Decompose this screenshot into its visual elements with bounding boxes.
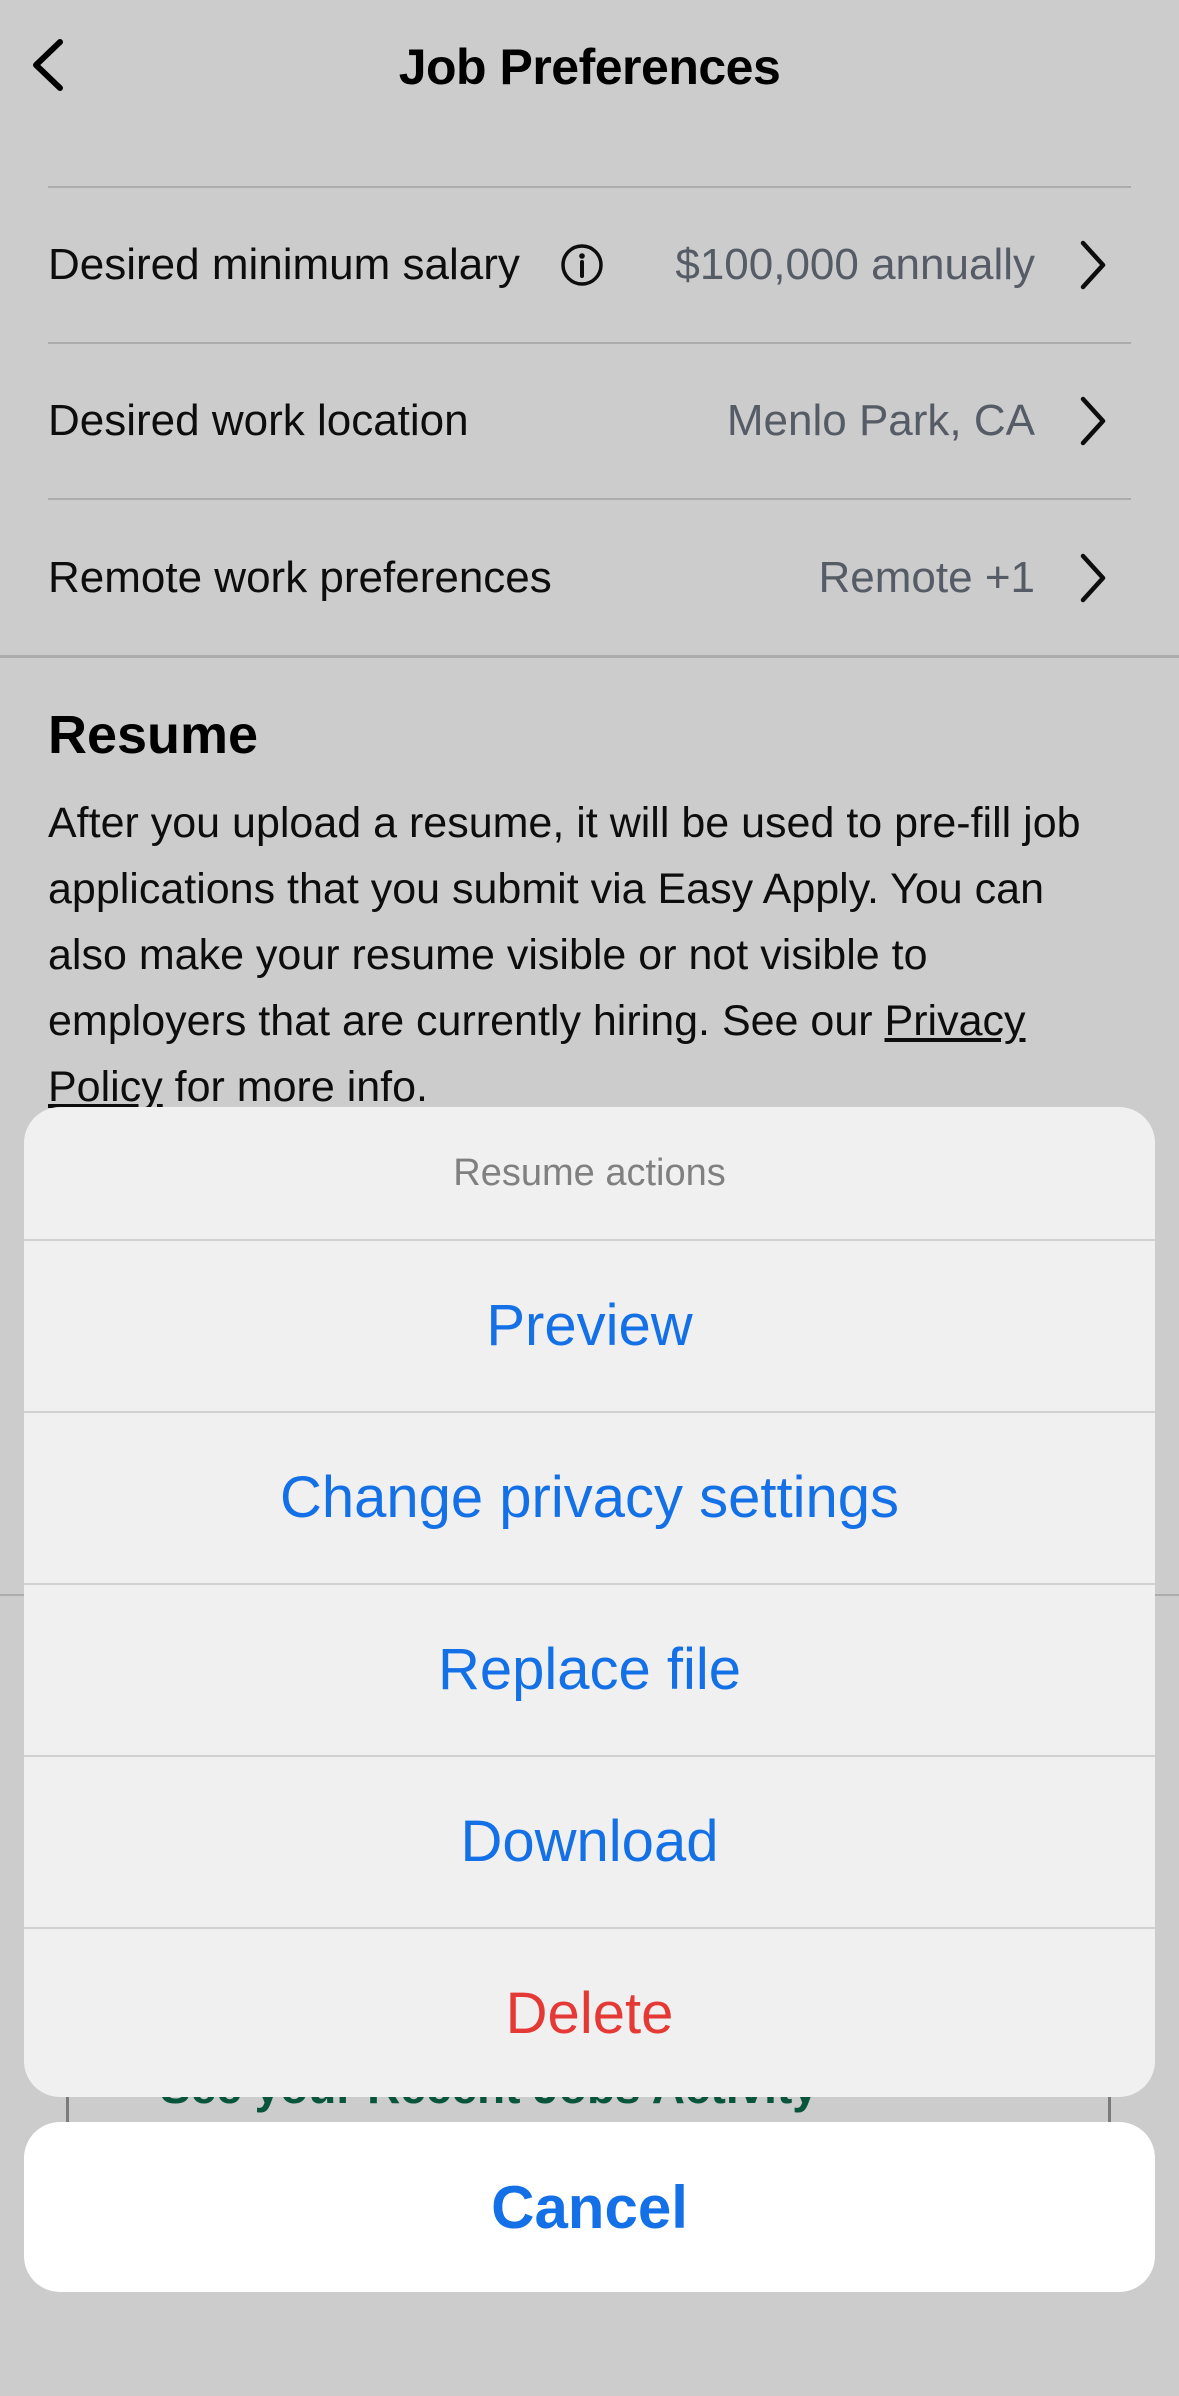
cancel-button[interactable]: Cancel [24,2122,1155,2292]
action-sheet-title: Resume actions [453,1151,726,1194]
resume-action-sheet: Resume actions Preview Change privacy se… [24,1107,1155,2097]
download-button[interactable]: Download [24,1755,1155,1925]
screen: Job Preferences Desired minimum salary $… [0,0,1179,2396]
replace-file-button[interactable]: Replace file [24,1583,1155,1753]
change-privacy-settings-button[interactable]: Change privacy settings [24,1411,1155,1581]
preview-button[interactable]: Preview [24,1239,1155,1409]
delete-button[interactable]: Delete [24,1927,1155,2097]
